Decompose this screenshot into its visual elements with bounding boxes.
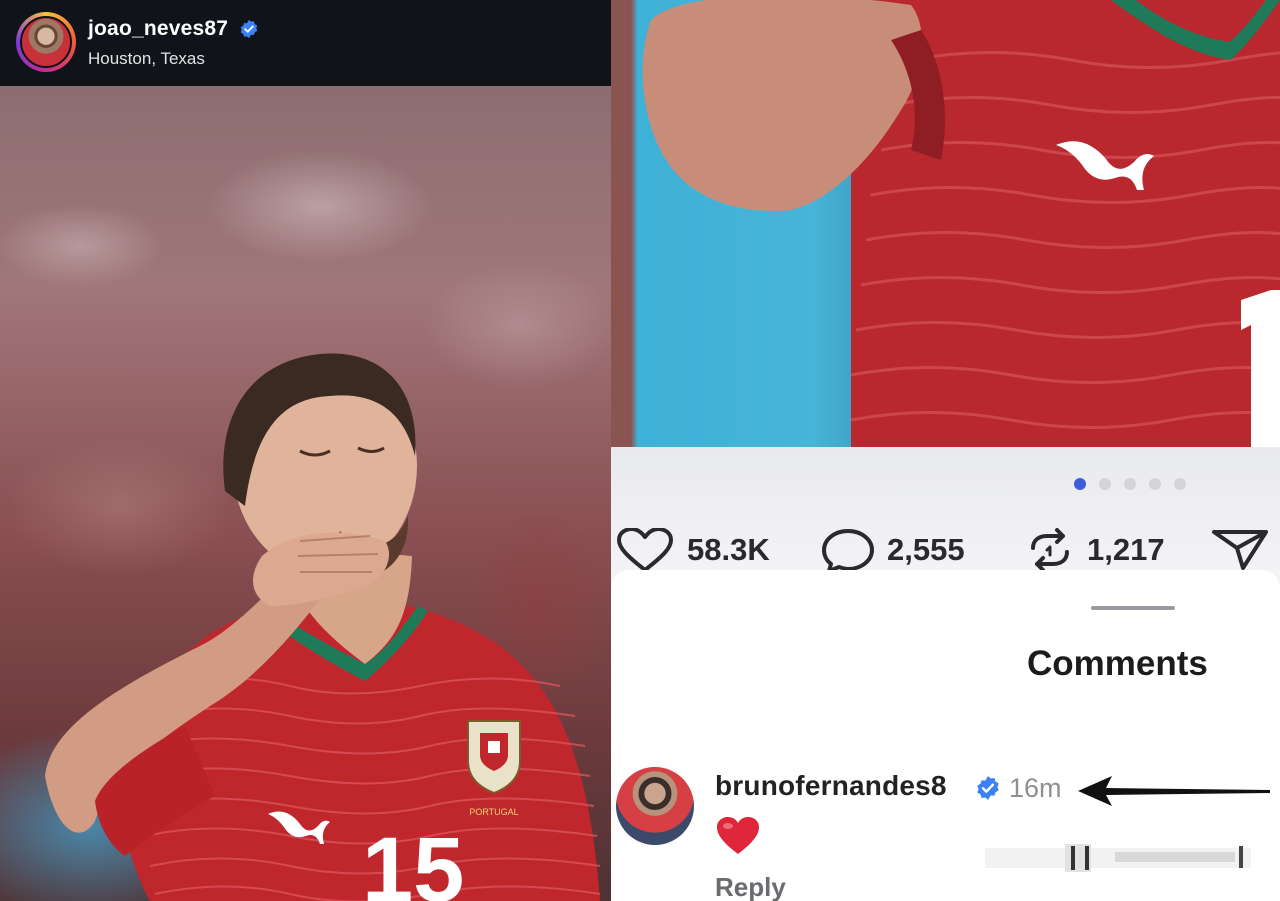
red-heart-emoji-icon xyxy=(717,817,759,854)
redaction-bar xyxy=(985,844,1251,872)
comment-count: 2,555 xyxy=(887,532,965,567)
heart-outline-icon[interactable] xyxy=(615,528,675,572)
post-photo[interactable]: PORTUGAL 15 xyxy=(0,86,611,901)
zoomed-jersey-photo[interactable] xyxy=(611,0,1280,447)
carousel-dot[interactable] xyxy=(1149,478,1161,490)
reply-link[interactable]: Reply xyxy=(715,872,786,901)
arrow-annotation-icon xyxy=(1078,776,1270,806)
comment-avatar[interactable] xyxy=(616,767,694,845)
jersey-zoom-illustration xyxy=(642,0,1280,447)
comments-title: Comments xyxy=(1027,644,1208,683)
player-illustration: PORTUGAL 15 xyxy=(45,353,601,901)
comment-username[interactable]: brunofernandes8 xyxy=(715,770,947,802)
repost-stat[interactable]: 1,217 xyxy=(1025,528,1165,572)
repost-count: 1,217 xyxy=(1087,532,1165,567)
sheet-drag-handle[interactable] xyxy=(1091,606,1175,610)
post-panel: joao_neves87 Houston, Texas PORTUGAL 15 xyxy=(0,0,611,901)
comment-timestamp: 16m xyxy=(1009,773,1062,803)
post-location[interactable]: Houston, Texas xyxy=(88,49,205,69)
paper-plane-icon[interactable] xyxy=(1211,528,1269,572)
zoom-panel: 58.3K 2,555 1,217 Comments brunofernande… xyxy=(611,0,1280,901)
like-stat[interactable]: 58.3K xyxy=(615,528,770,572)
repost-icon[interactable] xyxy=(1025,528,1075,572)
carousel-dot[interactable] xyxy=(1124,478,1136,490)
post-header: joao_neves87 Houston, Texas xyxy=(0,0,611,86)
comments-sheet: Comments brunofernandes8 16m Reply xyxy=(611,570,1280,901)
carousel-dot-active[interactable] xyxy=(1074,478,1086,490)
shirt-number: 15 xyxy=(362,819,464,901)
like-count: 58.3K xyxy=(687,532,770,567)
verified-badge-icon xyxy=(240,19,258,39)
speech-bubble-icon[interactable] xyxy=(821,528,875,572)
crest-text: PORTUGAL xyxy=(469,807,518,817)
comment-stat[interactable]: 2,555 xyxy=(821,528,965,572)
verified-badge-icon xyxy=(977,776,999,800)
carousel-dot[interactable] xyxy=(1174,478,1186,490)
story-ring[interactable] xyxy=(16,12,76,72)
post-username[interactable]: joao_neves87 xyxy=(88,17,228,41)
carousel-dot[interactable] xyxy=(1099,478,1111,490)
avatar[interactable] xyxy=(20,16,72,68)
